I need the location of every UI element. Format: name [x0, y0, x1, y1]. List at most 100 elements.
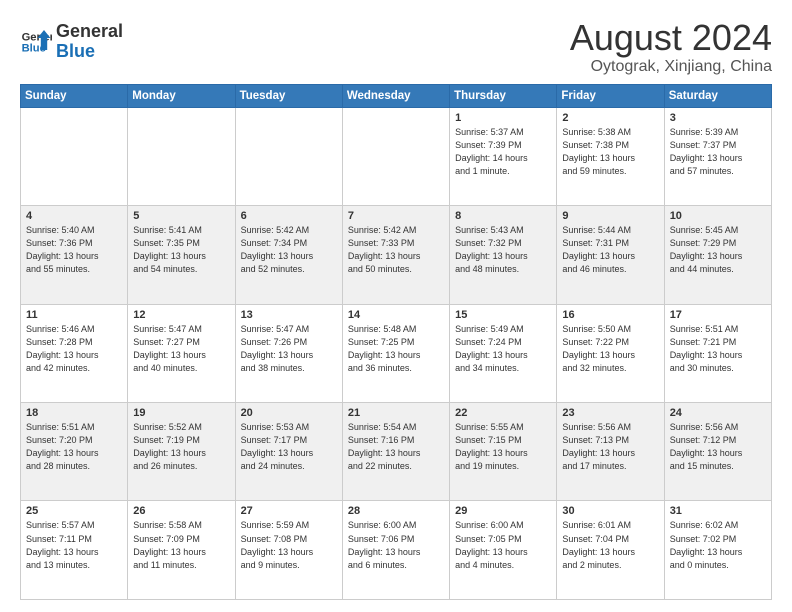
table-row	[21, 107, 128, 205]
table-row: 21 Sunrise: 5:54 AM Sunset: 7:16 PM Dayli…	[342, 403, 449, 501]
table-row: 13 Sunrise: 5:47 AM Sunset: 7:26 PM Dayli…	[235, 304, 342, 402]
day-info: Sunrise: 5:39 AM Sunset: 7:37 PM Dayligh…	[670, 126, 766, 178]
day-number: 19	[133, 407, 229, 419]
table-row: 9 Sunrise: 5:44 AM Sunset: 7:31 PM Daylig…	[557, 206, 664, 304]
col-wednesday: Wednesday	[342, 84, 449, 107]
day-info: Sunrise: 5:47 AM Sunset: 7:26 PM Dayligh…	[241, 323, 337, 375]
calendar-week-3: 11 Sunrise: 5:46 AM Sunset: 7:28 PM Dayli…	[21, 304, 772, 402]
day-info: Sunrise: 5:37 AM Sunset: 7:39 PM Dayligh…	[455, 126, 551, 178]
calendar-week-4: 18 Sunrise: 5:51 AM Sunset: 7:20 PM Dayli…	[21, 403, 772, 501]
day-info: Sunrise: 5:54 AM Sunset: 7:16 PM Dayligh…	[348, 421, 444, 473]
col-friday: Friday	[557, 84, 664, 107]
day-number: 11	[26, 309, 122, 321]
day-number: 27	[241, 505, 337, 517]
day-number: 6	[241, 210, 337, 222]
day-info: Sunrise: 5:51 AM Sunset: 7:20 PM Dayligh…	[26, 421, 122, 473]
table-row: 20Sunrise: 5:53 AM Sunset: 7:17 PM Dayli…	[235, 403, 342, 501]
col-sunday: Sunday	[21, 84, 128, 107]
day-number: 21	[348, 407, 444, 419]
table-row: 12Sunrise: 5:47 AM Sunset: 7:27 PM Dayli…	[128, 304, 235, 402]
day-number: 7	[348, 210, 444, 222]
table-row: 8 Sunrise: 5:43 AM Sunset: 7:32 PM Daylig…	[450, 206, 557, 304]
day-info: Sunrise: 6:00 AM Sunset: 7:05 PM Dayligh…	[455, 519, 551, 571]
day-info: Sunrise: 5:42 AM Sunset: 7:33 PM Dayligh…	[348, 224, 444, 276]
day-number: 31	[670, 505, 766, 517]
table-row: 11 Sunrise: 5:46 AM Sunset: 7:28 PM Dayli…	[21, 304, 128, 402]
table-row	[128, 107, 235, 205]
table-row: 26 Sunrise: 5:58 AM Sunset: 7:09 PM Dayli…	[128, 501, 235, 600]
day-info: Sunrise: 5:59 AM Sunset: 7:08 PM Dayligh…	[241, 519, 337, 571]
table-row: 4Sunrise: 5:40 AM Sunset: 7:36 PM Daylig…	[21, 206, 128, 304]
col-saturday: Saturday	[664, 84, 771, 107]
day-info: Sunrise: 5:46 AM Sunset: 7:28 PM Dayligh…	[26, 323, 122, 375]
day-info: Sunrise: 5:43 AM Sunset: 7:32 PM Dayligh…	[455, 224, 551, 276]
day-info: Sunrise: 5:58 AM Sunset: 7:09 PM Dayligh…	[133, 519, 229, 571]
table-row: 14 Sunrise: 5:48 AM Sunset: 7:25 PM Dayli…	[342, 304, 449, 402]
day-number: 28	[348, 505, 444, 517]
table-row: 28 Sunrise: 6:00 AM Sunset: 7:06 PM Dayli…	[342, 501, 449, 600]
day-number: 3	[670, 112, 766, 124]
day-number: 26	[133, 505, 229, 517]
day-info: Sunrise: 5:45 AM Sunset: 7:29 PM Dayligh…	[670, 224, 766, 276]
day-number: 24	[670, 407, 766, 419]
day-info: Sunrise: 5:44 AM Sunset: 7:31 PM Dayligh…	[562, 224, 658, 276]
calendar-table: Sunday Monday Tuesday Wednesday Thursday…	[20, 84, 772, 600]
logo-blue: Blue	[56, 41, 95, 61]
day-info: Sunrise: 5:42 AM Sunset: 7:34 PM Dayligh…	[241, 224, 337, 276]
day-number: 12	[133, 309, 229, 321]
day-info: Sunrise: 6:00 AM Sunset: 7:06 PM Dayligh…	[348, 519, 444, 571]
table-row: 23Sunrise: 5:56 AM Sunset: 7:13 PM Dayli…	[557, 403, 664, 501]
table-row: 29 Sunrise: 6:00 AM Sunset: 7:05 PM Dayli…	[450, 501, 557, 600]
table-row: 22Sunrise: 5:55 AM Sunset: 7:15 PM Dayli…	[450, 403, 557, 501]
day-number: 13	[241, 309, 337, 321]
table-row: 5 Sunrise: 5:41 AM Sunset: 7:35 PM Daylig…	[128, 206, 235, 304]
table-row: 30 Sunrise: 6:01 AM Sunset: 7:04 PM Dayli…	[557, 501, 664, 600]
day-number: 14	[348, 309, 444, 321]
table-row	[342, 107, 449, 205]
day-info: Sunrise: 5:40 AM Sunset: 7:36 PM Dayligh…	[26, 224, 122, 276]
logo-general: General	[56, 21, 123, 41]
day-number: 18	[26, 407, 122, 419]
table-row: 2 Sunrise: 5:38 AM Sunset: 7:38 PM Daylig…	[557, 107, 664, 205]
table-row: 17Sunrise: 5:51 AM Sunset: 7:21 PM Dayli…	[664, 304, 771, 402]
day-number: 9	[562, 210, 658, 222]
table-row: 19Sunrise: 5:52 AM Sunset: 7:19 PM Dayli…	[128, 403, 235, 501]
day-number: 10	[670, 210, 766, 222]
table-row: 15 Sunrise: 5:49 AM Sunset: 7:24 PM Dayli…	[450, 304, 557, 402]
page-header: General Blue General Blue August 2024 Oy…	[20, 18, 772, 76]
day-info: Sunrise: 5:38 AM Sunset: 7:38 PM Dayligh…	[562, 126, 658, 178]
day-info: Sunrise: 5:51 AM Sunset: 7:21 PM Dayligh…	[670, 323, 766, 375]
day-info: Sunrise: 5:48 AM Sunset: 7:25 PM Dayligh…	[348, 323, 444, 375]
table-row: 31Sunrise: 6:02 AM Sunset: 7:02 PM Dayli…	[664, 501, 771, 600]
table-row: 1 Sunrise: 5:37 AM Sunset: 7:39 PM Daylig…	[450, 107, 557, 205]
day-number: 29	[455, 505, 551, 517]
table-row	[235, 107, 342, 205]
day-number: 16	[562, 309, 658, 321]
day-number: 5	[133, 210, 229, 222]
calendar-header-row: Sunday Monday Tuesday Wednesday Thursday…	[21, 84, 772, 107]
day-number: 15	[455, 309, 551, 321]
logo: General Blue General Blue	[20, 22, 123, 62]
day-info: Sunrise: 5:41 AM Sunset: 7:35 PM Dayligh…	[133, 224, 229, 276]
col-tuesday: Tuesday	[235, 84, 342, 107]
day-info: Sunrise: 5:56 AM Sunset: 7:13 PM Dayligh…	[562, 421, 658, 473]
day-number: 30	[562, 505, 658, 517]
calendar-week-2: 4Sunrise: 5:40 AM Sunset: 7:36 PM Daylig…	[21, 206, 772, 304]
table-row: 18 Sunrise: 5:51 AM Sunset: 7:20 PM Dayli…	[21, 403, 128, 501]
col-monday: Monday	[128, 84, 235, 107]
calendar-week-1: 1 Sunrise: 5:37 AM Sunset: 7:39 PM Daylig…	[21, 107, 772, 205]
table-row: 10 Sunrise: 5:45 AM Sunset: 7:29 PM Dayli…	[664, 206, 771, 304]
day-number: 8	[455, 210, 551, 222]
day-info: Sunrise: 6:01 AM Sunset: 7:04 PM Dayligh…	[562, 519, 658, 571]
table-row: 3 Sunrise: 5:39 AM Sunset: 7:37 PM Daylig…	[664, 107, 771, 205]
day-info: Sunrise: 5:56 AM Sunset: 7:12 PM Dayligh…	[670, 421, 766, 473]
table-row: 6 Sunrise: 5:42 AM Sunset: 7:34 PM Daylig…	[235, 206, 342, 304]
logo-text: General Blue	[56, 22, 123, 62]
calendar-week-5: 25Sunrise: 5:57 AM Sunset: 7:11 PM Dayli…	[21, 501, 772, 600]
day-info: Sunrise: 5:50 AM Sunset: 7:22 PM Dayligh…	[562, 323, 658, 375]
day-info: Sunrise: 5:55 AM Sunset: 7:15 PM Dayligh…	[455, 421, 551, 473]
day-number: 1	[455, 112, 551, 124]
day-number: 2	[562, 112, 658, 124]
table-row: 27 Sunrise: 5:59 AM Sunset: 7:08 PM Dayli…	[235, 501, 342, 600]
day-info: Sunrise: 5:49 AM Sunset: 7:24 PM Dayligh…	[455, 323, 551, 375]
